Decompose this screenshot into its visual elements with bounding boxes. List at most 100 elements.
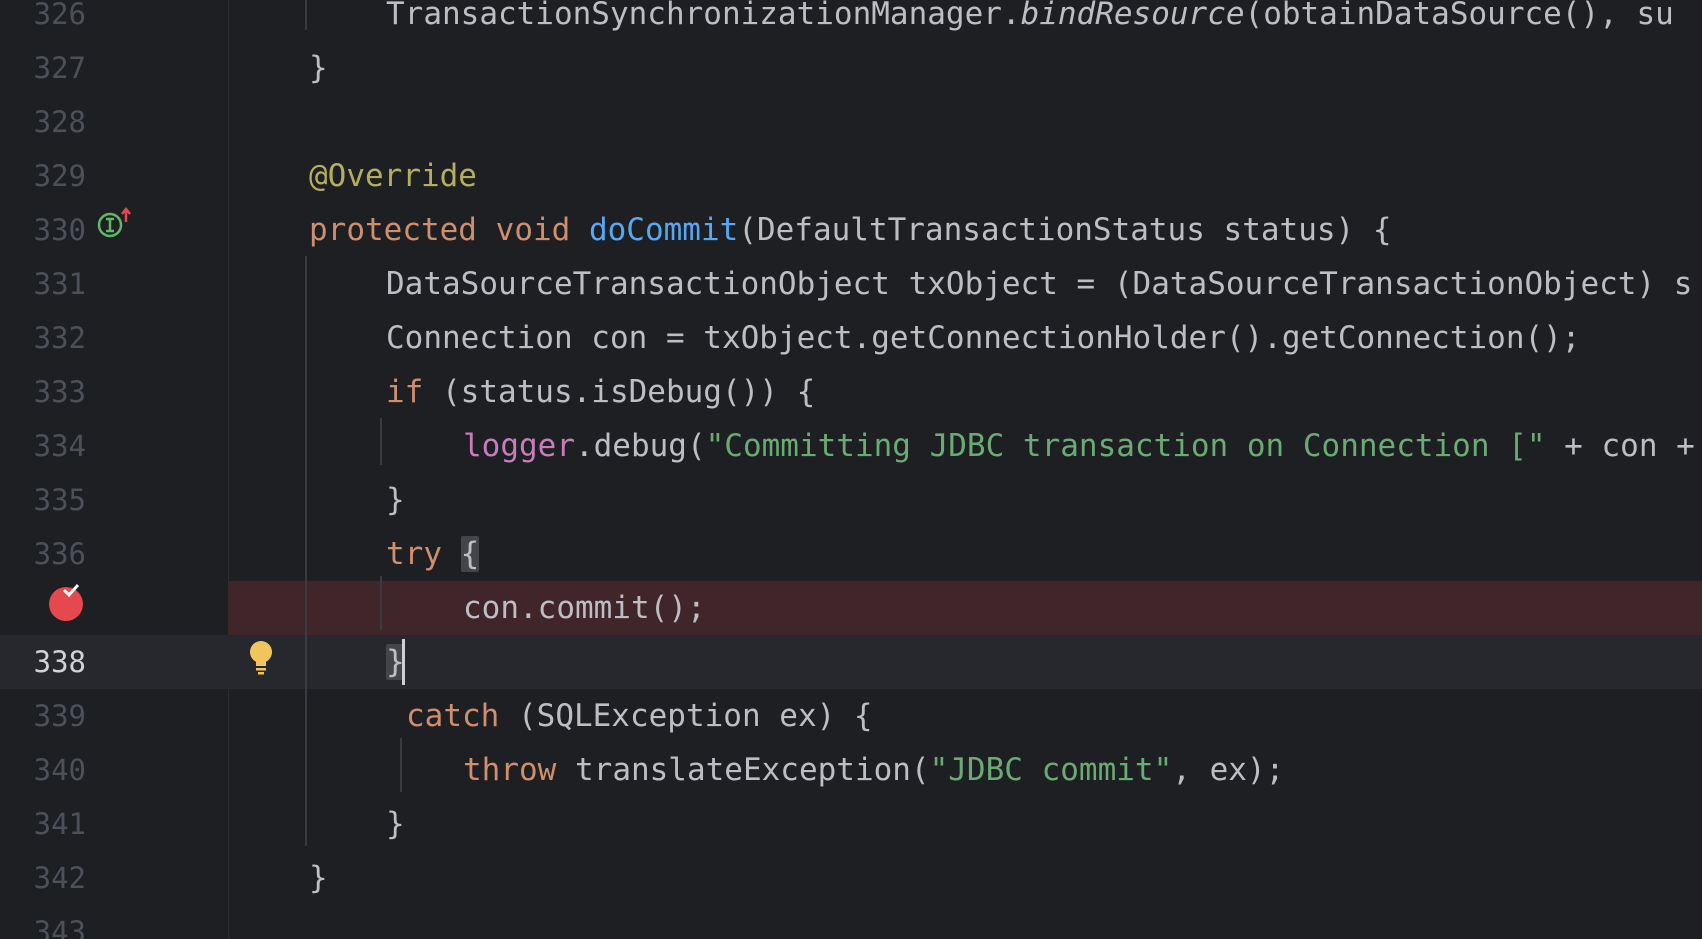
code-token: DataSourceTransactionObject txObject = (… bbox=[386, 266, 1693, 302]
gutter-cell[interactable]: 339 bbox=[0, 689, 228, 743]
implements-method-icon[interactable] bbox=[96, 206, 136, 248]
line-number[interactable]: 340 bbox=[0, 743, 86, 797]
code-line[interactable]: 327} bbox=[0, 41, 1702, 95]
line-number[interactable]: 331 bbox=[0, 257, 86, 311]
indent-guide bbox=[380, 576, 382, 630]
line-number[interactable]: 343 bbox=[0, 905, 86, 939]
text-caret bbox=[402, 639, 405, 685]
line-number[interactable]: 328 bbox=[0, 95, 86, 149]
code-line[interactable]: con.commit(); bbox=[0, 581, 1702, 635]
code-line[interactable]: 332 Connection con = txObject.getConnecti… bbox=[0, 311, 1702, 365]
code-line[interactable]: 329 @Override bbox=[0, 149, 1702, 203]
gutter-cell[interactable]: 334 bbox=[0, 419, 228, 473]
gutter-cell[interactable]: 331 bbox=[0, 257, 228, 311]
code-text[interactable]: catch (SQLException ex) { bbox=[406, 689, 873, 743]
code-text[interactable]: } bbox=[386, 797, 405, 851]
line-number[interactable]: 332 bbox=[0, 311, 86, 365]
code-line[interactable]: 336 try { bbox=[0, 527, 1702, 581]
line-number[interactable]: 335 bbox=[0, 473, 86, 527]
code-token: throw bbox=[463, 752, 557, 788]
code-text[interactable]: } bbox=[386, 473, 405, 527]
indent-guide bbox=[400, 738, 402, 792]
gutter-cell[interactable]: 341 bbox=[0, 797, 228, 851]
line-number[interactable]: 330 bbox=[0, 203, 86, 257]
code-token: "Committing JDBC transaction on Connecti… bbox=[705, 428, 1546, 464]
code-line[interactable]: 331 DataSourceTransactionObject txObject … bbox=[0, 257, 1702, 311]
line-number[interactable]: 333 bbox=[0, 365, 86, 419]
code-token: TransactionSynchronizationManager. bbox=[386, 0, 1021, 32]
code-text[interactable]: con.commit(); bbox=[463, 581, 706, 635]
indent-guide bbox=[305, 256, 307, 846]
gutter-cell[interactable]: 329 bbox=[0, 149, 228, 203]
indent-guide bbox=[380, 418, 382, 465]
code-text[interactable]: } bbox=[309, 41, 328, 95]
code-line[interactable]: 340 throw translateException("JDBC commit… bbox=[0, 743, 1702, 797]
code-token: (status.isDebug()) { bbox=[423, 374, 816, 410]
line-number[interactable]: 327 bbox=[0, 41, 86, 95]
line-number[interactable]: 334 bbox=[0, 419, 86, 473]
code-line[interactable]: 339 catch (SQLException ex) { bbox=[0, 689, 1702, 743]
code-text[interactable]: DataSourceTransactionObject txObject = (… bbox=[386, 257, 1692, 311]
code-token: (DefaultTransactionStatus status) { bbox=[738, 212, 1392, 248]
code-token: @Override bbox=[309, 158, 477, 194]
line-number[interactable]: 339 bbox=[0, 689, 86, 743]
indent-guide bbox=[305, 0, 307, 30]
line-number[interactable]: 326 bbox=[0, 0, 86, 41]
code-token: (SQLException ex) { bbox=[499, 698, 873, 734]
gutter-cell[interactable]: 342 bbox=[0, 851, 228, 905]
gutter-cell[interactable] bbox=[0, 581, 228, 635]
code-token: Connection con = txObject.getConnectionH… bbox=[386, 320, 1581, 356]
code-token: { bbox=[460, 536, 480, 572]
code-token: if bbox=[386, 374, 424, 410]
line-number[interactable]: 336 bbox=[0, 527, 86, 581]
gutter-cell[interactable]: 328 bbox=[0, 95, 228, 149]
code-text[interactable]: } bbox=[309, 851, 328, 905]
code-token: doCommit bbox=[588, 212, 739, 248]
code-line[interactable]: 335} bbox=[0, 473, 1702, 527]
code-token: con.commit(); bbox=[463, 590, 706, 626]
line-number[interactable]: 329 bbox=[0, 149, 86, 203]
code-token: try bbox=[386, 536, 442, 572]
code-token: } bbox=[386, 806, 405, 842]
code-text[interactable]: try { bbox=[386, 527, 480, 581]
code-text[interactable]: TransactionSynchronizationManager.bindRe… bbox=[386, 0, 1674, 41]
breakpoint-verified-icon[interactable] bbox=[46, 582, 86, 630]
code-token: , ex); bbox=[1172, 752, 1285, 788]
line-number[interactable]: 338 bbox=[0, 635, 86, 689]
code-line[interactable]: 343 bbox=[0, 905, 1702, 939]
gutter-cell[interactable]: 327 bbox=[0, 41, 228, 95]
code-token: } bbox=[386, 482, 405, 518]
code-line[interactable]: 326 TransactionSynchronizationManager.bin… bbox=[0, 0, 1702, 41]
code-line[interactable]: 334 logger.debug("Committing JDBC transac… bbox=[0, 419, 1702, 473]
gutter-cell[interactable]: 333 bbox=[0, 365, 228, 419]
code-text[interactable]: @Override bbox=[309, 149, 477, 203]
code-line[interactable]: 328 bbox=[0, 95, 1702, 149]
code-line[interactable]: 341} bbox=[0, 797, 1702, 851]
intention-bulb-icon[interactable] bbox=[248, 640, 274, 684]
gutter-cell[interactable]: 343 bbox=[0, 905, 228, 939]
code-text[interactable]: if (status.isDebug()) { bbox=[386, 365, 815, 419]
code-editor[interactable]: 326 TransactionSynchronizationManager.bin… bbox=[0, 0, 1702, 939]
code-token: logger bbox=[463, 428, 575, 464]
code-text[interactable]: Connection con = txObject.getConnectionH… bbox=[386, 311, 1580, 365]
code-text[interactable]: logger.debug("Committing JDBC transactio… bbox=[463, 419, 1695, 473]
line-number[interactable]: 342 bbox=[0, 851, 86, 905]
code-text[interactable]: throw translateException("JDBC commit", … bbox=[463, 743, 1284, 797]
gutter-cell[interactable]: 326 bbox=[0, 0, 228, 41]
gutter-cell[interactable]: 335 bbox=[0, 473, 228, 527]
gutter-cell[interactable]: 340 bbox=[0, 743, 228, 797]
code-token: catch bbox=[406, 698, 500, 734]
gutter-cell[interactable]: 338 bbox=[0, 635, 228, 689]
code-line[interactable]: 330 protected void doCommit(DefaultTransa… bbox=[0, 203, 1702, 257]
code-line[interactable]: 333 if (status.isDebug()) { bbox=[0, 365, 1702, 419]
code-line[interactable]: 342} bbox=[0, 851, 1702, 905]
code-token: bindResource bbox=[1020, 0, 1245, 32]
code-text[interactable]: protected void doCommit(DefaultTransacti… bbox=[309, 203, 1392, 257]
code-token: "JDBC commit" bbox=[929, 752, 1173, 788]
code-token: protected bbox=[309, 212, 477, 248]
code-token: translateException( bbox=[556, 752, 930, 788]
gutter-cell[interactable]: 332 bbox=[0, 311, 228, 365]
line-number[interactable]: 341 bbox=[0, 797, 86, 851]
gutter-cell[interactable]: 336 bbox=[0, 527, 228, 581]
